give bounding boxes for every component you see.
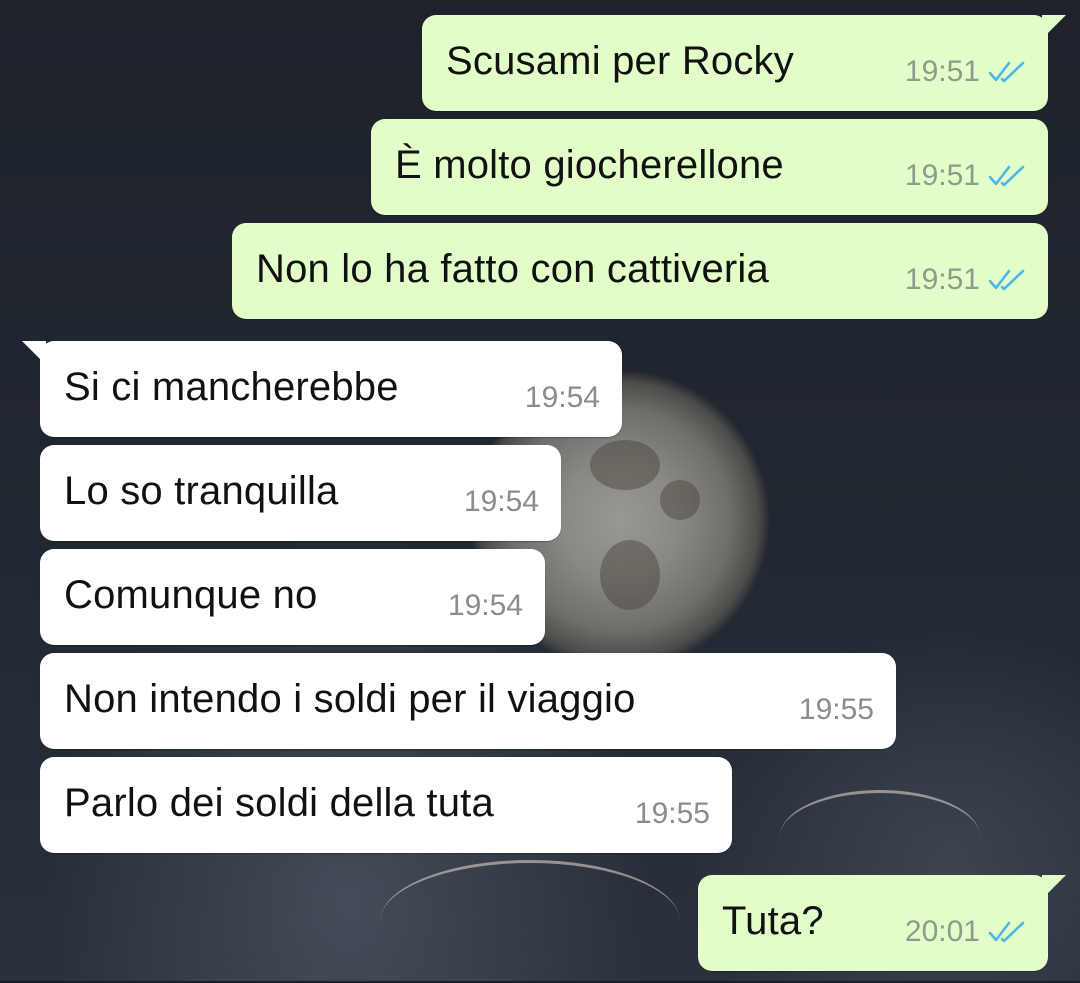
message-meta: 19:54 xyxy=(464,485,539,519)
message-text: Non intendo i soldi per il viaggio xyxy=(64,677,636,721)
double-check-icon xyxy=(988,61,1025,83)
message-time: 19:51 xyxy=(904,55,980,88)
message-bubble-incoming[interactable]: Lo so tranquilla 19:54 xyxy=(40,445,561,541)
double-check-icon xyxy=(988,165,1025,187)
double-check-icon xyxy=(988,269,1025,291)
message-meta: 19:51 xyxy=(905,159,1026,193)
moon-crater xyxy=(600,540,660,610)
message-text: Comunque no xyxy=(64,573,318,617)
bubble-tail xyxy=(1042,875,1066,899)
message-meta: 20:01 xyxy=(905,915,1026,949)
message-bubble-outgoing[interactable]: Scusami per Rocky 19:51 xyxy=(422,15,1066,111)
cloud-edge xyxy=(380,860,680,983)
message-time: 19:54 xyxy=(463,485,539,518)
message-text: Parlo dei soldi della tuta xyxy=(64,781,494,825)
message-meta: 19:54 xyxy=(448,589,523,623)
message-time: 19:54 xyxy=(447,589,523,622)
message-meta: 19:54 xyxy=(525,381,600,415)
message-text: È molto giocherellone xyxy=(395,143,784,187)
bubble-tail xyxy=(1042,15,1066,39)
message-bubble-incoming[interactable]: Parlo dei soldi della tuta 19:55 xyxy=(40,757,732,853)
message-bubble-outgoing[interactable]: È molto giocherellone 19:51 xyxy=(371,119,1048,215)
message-time: 20:01 xyxy=(904,915,980,948)
message-meta: 19:55 xyxy=(799,693,874,727)
message-time: 19:55 xyxy=(634,797,710,830)
message-text: Si ci mancherebbe xyxy=(64,365,399,409)
message-meta: 19:51 xyxy=(905,263,1026,297)
double-check-icon xyxy=(988,921,1025,943)
message-text: Lo so tranquilla xyxy=(64,469,339,513)
message-time: 19:51 xyxy=(904,159,980,192)
message-time: 19:54 xyxy=(524,381,600,414)
message-time: 19:51 xyxy=(904,263,980,296)
moon-crater xyxy=(660,480,700,520)
message-bubble-incoming[interactable]: Si ci mancherebbe 19:54 xyxy=(22,341,622,437)
message-bubble-incoming[interactable]: Non intendo i soldi per il viaggio 19:55 xyxy=(40,653,896,749)
message-time: 19:55 xyxy=(798,693,874,726)
message-text: Scusami per Rocky xyxy=(446,39,794,83)
moon-crater xyxy=(590,440,660,490)
message-meta: 19:51 xyxy=(905,55,1026,89)
message-bubble-outgoing[interactable]: Non lo ha fatto con cattiveria 19:51 xyxy=(232,223,1048,319)
message-text: Non lo ha fatto con cattiveria xyxy=(256,247,769,291)
message-text: Tuta? xyxy=(722,899,824,943)
message-bubble-outgoing[interactable]: Tuta? 20:01 xyxy=(698,875,1066,971)
message-bubble-incoming[interactable]: Comunque no 19:54 xyxy=(40,549,545,645)
cloud-edge xyxy=(780,790,980,883)
bubble-tail xyxy=(22,341,46,365)
message-meta: 19:55 xyxy=(635,797,710,831)
